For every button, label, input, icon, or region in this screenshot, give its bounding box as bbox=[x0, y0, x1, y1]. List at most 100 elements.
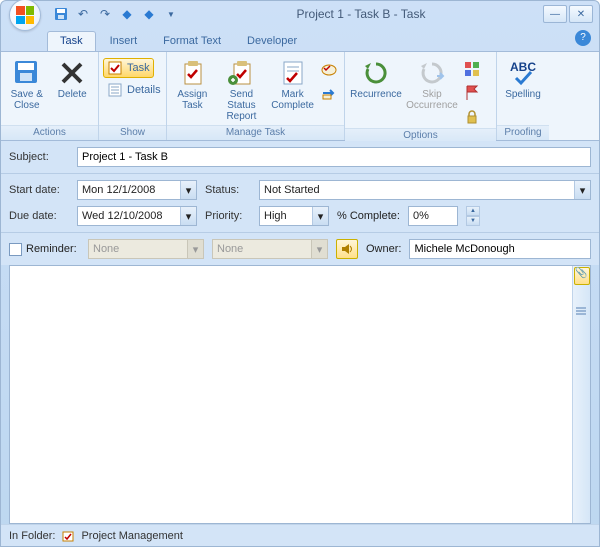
group-show-label: Show bbox=[99, 125, 166, 140]
mark-complete-icon bbox=[278, 58, 308, 88]
task-icon bbox=[107, 60, 123, 76]
due-date-label: Due date: bbox=[9, 210, 69, 222]
chevron-down-icon[interactable]: ▾ bbox=[574, 181, 590, 199]
status-combo[interactable]: Not Started ▾ bbox=[259, 180, 591, 200]
due-date-combo[interactable]: Wed 12/10/2008 ▾ bbox=[77, 206, 197, 226]
attach-toggle-button[interactable]: 📎 bbox=[574, 267, 590, 285]
ribbon: Save & Close Delete Actions Task Details bbox=[1, 51, 599, 141]
subject-label: Subject: bbox=[9, 151, 69, 163]
reminder-sound-button[interactable] bbox=[336, 239, 358, 259]
delete-button[interactable]: Delete bbox=[51, 54, 95, 100]
folder-icon bbox=[61, 529, 75, 543]
chevron-down-icon: ▾ bbox=[311, 240, 327, 258]
show-details-button[interactable]: Details bbox=[103, 80, 165, 100]
categorize-button[interactable] bbox=[461, 58, 483, 80]
window-title: Project 1 - Task B - Task bbox=[179, 7, 543, 21]
sound-icon bbox=[340, 242, 354, 256]
scrollbar-thumb[interactable] bbox=[573, 306, 589, 314]
assign-task-icon bbox=[177, 58, 207, 88]
task-form: Subject: Start date: Mon 12/1/2008 ▾ Sta… bbox=[1, 141, 599, 265]
save-close-icon bbox=[12, 58, 42, 88]
in-folder-label: In Folder: bbox=[9, 530, 55, 542]
assign-task-button[interactable]: Assign Task bbox=[171, 54, 214, 111]
show-task-button[interactable]: Task bbox=[103, 58, 154, 78]
chevron-down-icon[interactable]: ▾ bbox=[180, 207, 196, 225]
ribbon-tabs: Task Insert Format Text Developer ? bbox=[1, 27, 599, 51]
chevron-down-icon[interactable]: ▾ bbox=[312, 207, 328, 225]
svg-text:ABC: ABC bbox=[510, 60, 536, 74]
group-manage-label: Manage Task bbox=[167, 125, 344, 140]
qat-customize-icon[interactable]: ▼ bbox=[163, 6, 179, 22]
group-manage-task: Assign Task Send Status Report Mark Comp… bbox=[167, 52, 345, 140]
pct-complete-input[interactable]: 0% bbox=[408, 206, 458, 226]
spelling-icon: ABC bbox=[508, 58, 538, 88]
office-button[interactable] bbox=[9, 0, 41, 31]
reminder-time-combo: None ▾ bbox=[212, 239, 328, 259]
forward-button[interactable] bbox=[318, 82, 340, 104]
reminder-label: Reminder: bbox=[26, 243, 80, 255]
reminder-time-value: None bbox=[213, 243, 311, 255]
pct-complete-value: 0% bbox=[409, 210, 457, 222]
spinner-down-icon[interactable]: ▼ bbox=[466, 216, 480, 226]
close-button[interactable]: ✕ bbox=[569, 5, 593, 23]
priority-label: Priority: bbox=[205, 210, 251, 222]
pct-complete-spinner[interactable]: ▲ ▼ bbox=[466, 206, 480, 226]
private-button[interactable] bbox=[461, 106, 483, 128]
start-date-label: Start date: bbox=[9, 184, 69, 196]
prev-item-icon[interactable]: ◆ bbox=[119, 6, 135, 22]
tab-insert[interactable]: Insert bbox=[98, 32, 150, 51]
task-window: ↶ ↷ ◆ ◆ ▼ Project 1 - Task B - Task — ✕ … bbox=[0, 0, 600, 547]
reminder-date-combo: None ▾ bbox=[88, 239, 204, 259]
skip-occurrence-icon bbox=[417, 58, 447, 88]
minimize-button[interactable]: — bbox=[543, 5, 567, 23]
titlebar: ↶ ↷ ◆ ◆ ▼ Project 1 - Task B - Task — ✕ bbox=[1, 1, 599, 27]
group-options: Recurrence Skip Occurrence Options bbox=[345, 52, 497, 140]
window-controls: — ✕ bbox=[543, 5, 593, 23]
undo-icon[interactable]: ↶ bbox=[75, 6, 91, 22]
group-actions: Save & Close Delete Actions bbox=[1, 52, 99, 140]
send-status-report-button[interactable]: Send Status Report bbox=[216, 54, 267, 122]
owner-label: Owner: bbox=[366, 243, 401, 255]
next-item-icon[interactable]: ◆ bbox=[141, 6, 157, 22]
task-body-textarea[interactable]: 📎 bbox=[9, 265, 591, 524]
mark-complete-button[interactable]: Mark Complete bbox=[269, 54, 316, 111]
group-proofing: ABC Spelling Proofing bbox=[497, 52, 549, 140]
tab-format-text[interactable]: Format Text bbox=[151, 32, 233, 51]
help-button[interactable]: ? bbox=[575, 30, 591, 46]
body-sidebar: 📎 bbox=[572, 266, 590, 523]
delete-icon bbox=[57, 58, 87, 88]
quick-access-toolbar: ↶ ↷ ◆ ◆ ▼ bbox=[53, 6, 179, 22]
reply-button[interactable] bbox=[318, 58, 340, 80]
spelling-button[interactable]: ABC Spelling bbox=[501, 54, 545, 100]
group-show: Task Details Show bbox=[99, 52, 167, 140]
reminder-checkbox[interactable] bbox=[9, 243, 22, 256]
start-date-value: Mon 12/1/2008 bbox=[78, 184, 180, 196]
tab-developer[interactable]: Developer bbox=[235, 32, 309, 51]
priority-combo[interactable]: High ▾ bbox=[259, 206, 329, 226]
owner-input[interactable] bbox=[409, 239, 591, 259]
due-date-value: Wed 12/10/2008 bbox=[78, 210, 180, 222]
status-value: Not Started bbox=[260, 184, 574, 196]
start-date-combo[interactable]: Mon 12/1/2008 ▾ bbox=[77, 180, 197, 200]
tab-task[interactable]: Task bbox=[47, 31, 96, 51]
status-label: Status: bbox=[205, 184, 251, 196]
follow-up-button[interactable] bbox=[461, 82, 483, 104]
chevron-down-icon[interactable]: ▾ bbox=[180, 181, 196, 199]
details-icon bbox=[107, 82, 123, 98]
office-logo-icon bbox=[16, 6, 34, 24]
save-icon[interactable] bbox=[53, 6, 69, 22]
spinner-up-icon[interactable]: ▲ bbox=[466, 206, 480, 216]
folder-name: Project Management bbox=[81, 530, 183, 542]
recurrence-button[interactable]: Recurrence bbox=[349, 54, 403, 100]
send-status-icon bbox=[226, 58, 256, 88]
subject-input[interactable] bbox=[77, 147, 591, 167]
recurrence-icon bbox=[361, 58, 391, 88]
redo-icon[interactable]: ↷ bbox=[97, 6, 113, 22]
chevron-down-icon: ▾ bbox=[187, 240, 203, 258]
reminder-date-value: None bbox=[89, 243, 187, 255]
group-proofing-label: Proofing bbox=[497, 125, 549, 140]
statusbar: In Folder: Project Management bbox=[1, 524, 599, 546]
group-actions-label: Actions bbox=[1, 125, 98, 140]
save-close-button[interactable]: Save & Close bbox=[5, 54, 49, 111]
skip-occurrence-button: Skip Occurrence bbox=[405, 54, 459, 111]
